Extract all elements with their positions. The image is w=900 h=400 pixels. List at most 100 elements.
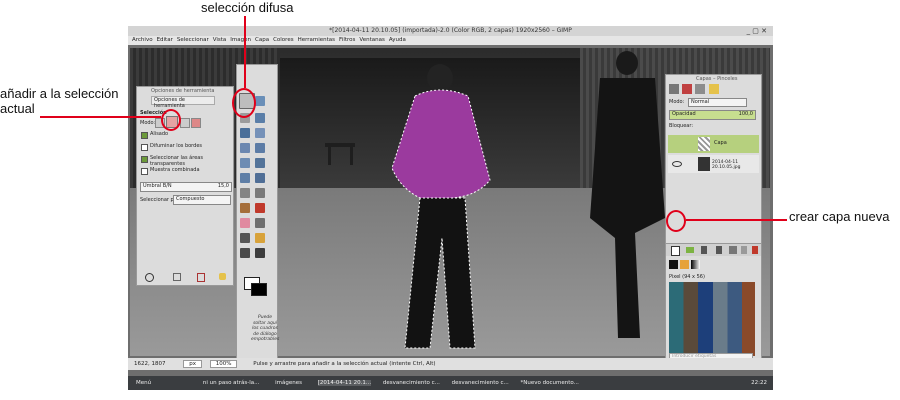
eraser-tool[interactable] [240, 218, 250, 228]
checkbox-transparent[interactable] [141, 156, 148, 163]
visibility-eye-icon[interactable] [672, 161, 682, 167]
checkbox-antialias[interactable] [141, 132, 148, 139]
select-by-dropdown[interactable]: Compuesto [173, 195, 231, 205]
layers-tab-icon[interactable] [669, 84, 679, 94]
taskbar-item[interactable]: desvanecimiento c... [383, 380, 440, 386]
perspective-tool[interactable] [240, 173, 250, 183]
zoom-tool[interactable] [255, 128, 265, 138]
channels-tab-icon[interactable] [682, 84, 692, 94]
menu-ayuda[interactable]: Ayuda [389, 37, 406, 43]
callout-new-layer-line [686, 219, 787, 221]
pencil-tool[interactable] [240, 203, 250, 213]
brush-preview-icon[interactable] [669, 260, 678, 269]
layer-row-capa[interactable]: Capa [668, 135, 759, 153]
flip-tool[interactable] [255, 173, 265, 183]
mode-intersect-button[interactable] [191, 118, 201, 128]
anchor-layer-icon[interactable] [741, 246, 747, 254]
callout-new-layer-circle [666, 210, 686, 232]
delete-options-icon[interactable] [197, 273, 205, 282]
annotation-add-selection-1: añadir a la selección [0, 86, 119, 101]
airbrush-tool[interactable] [255, 218, 265, 228]
new-layer-icon[interactable] [671, 246, 680, 256]
text-tool[interactable] [240, 188, 250, 198]
mode-label: Modo: [140, 120, 156, 126]
mode-subtract-button[interactable] [180, 118, 190, 128]
menu-herramientas[interactable]: Herramientas [298, 37, 335, 43]
layer-row-photo[interactable]: 2014-04-11 20.10.05.jpg [668, 155, 759, 173]
lower-layer-icon[interactable] [716, 246, 722, 254]
lock-label: Bloquear: [669, 123, 694, 129]
status-coords: 1622, 1807 [134, 361, 166, 367]
annotation-new-layer: crear capa nueva [789, 209, 890, 224]
raise-layer-icon[interactable] [701, 246, 707, 254]
bucket-fill-tool[interactable] [255, 188, 265, 198]
tool-options-title: Opciones de herramienta [151, 88, 215, 94]
window-titlebar: *[2014-04-11 20.10.05] (importada)-2.0 (… [128, 26, 773, 36]
opacity-value: 100,0 [738, 111, 753, 117]
checkbox-feather[interactable] [141, 144, 148, 151]
checkbox-merged-label: Muestra combinada [150, 167, 200, 173]
layer-mode-label: Modo: [669, 99, 685, 105]
threshold-label: Umbral B/N [143, 183, 172, 189]
rect-select-tool[interactable] [255, 96, 265, 106]
callout-add-selection-line [40, 116, 161, 118]
paintbrush-tool[interactable] [255, 203, 265, 213]
tool-options-tab[interactable]: Opciones de herramienta [151, 96, 215, 109]
gimp-screenshot: *[2014-04-11 20.10.05] (importada)-2.0 (… [128, 26, 773, 390]
taskbar-item[interactable]: ni un paso atrás-la... [203, 380, 259, 386]
brushes-header [669, 260, 709, 270]
taskbar-item[interactable]: [2014-04-11 20.1... [317, 380, 372, 386]
menu-colores[interactable]: Colores [273, 37, 294, 43]
checkbox-merged[interactable] [141, 168, 148, 175]
layer-name: 2014-04-11 20.10.05.jpg [712, 160, 741, 170]
paths-tab-icon[interactable] [695, 84, 705, 94]
duplicate-layer-icon[interactable] [729, 246, 737, 254]
start-menu-button[interactable]: Menú [136, 380, 151, 386]
taskbar-item[interactable]: *Nuevo documento... [521, 380, 579, 386]
menu-ventanas[interactable]: Ventanas [359, 37, 384, 43]
menu-editar[interactable]: Editar [157, 37, 173, 43]
path-tool[interactable] [255, 113, 265, 123]
opacity-slider[interactable]: Opacidad 100,0 [669, 110, 756, 120]
heal-tool[interactable] [255, 233, 265, 243]
layer-thumbnail [698, 137, 710, 151]
menu-archivo[interactable]: Archivo [132, 37, 153, 43]
clone-tool[interactable] [240, 233, 250, 243]
reset-options-icon[interactable] [219, 273, 226, 280]
rotate-tool[interactable] [240, 158, 250, 168]
color-picker-tool[interactable] [240, 128, 250, 138]
toolbox-dock-hint: Puede soltar aquí los cuadros de diálogo… [251, 315, 280, 342]
pattern-preview-icon[interactable] [691, 260, 700, 269]
restore-options-icon[interactable] [173, 273, 181, 281]
menu-imagen[interactable]: Imagen [230, 37, 251, 43]
status-zoom-dropdown[interactable]: 100% [209, 360, 238, 368]
background-color-swatch[interactable] [251, 283, 267, 296]
pattern-grid[interactable] [669, 282, 755, 356]
menu-vista[interactable]: Vista [213, 37, 227, 43]
move-tool[interactable] [240, 143, 250, 153]
save-options-icon[interactable] [145, 273, 154, 282]
window-title: *[2014-04-11 20.10.05] (importada)-2.0 (… [329, 27, 572, 34]
taskbar-item[interactable]: imágenes [275, 380, 302, 386]
annotation-fuzzy-select: selección difusa [201, 0, 294, 15]
checkbox-transparent-label: Seleccionar las áreas transparentes [150, 155, 203, 167]
layer-name: Capa [714, 140, 727, 146]
menu-seleccionar[interactable]: Seleccionar [177, 37, 209, 43]
window-controls[interactable]: _ ▢ ✕ [747, 27, 767, 35]
menu-capa[interactable]: Capa [255, 37, 269, 43]
dodge-tool[interactable] [255, 248, 265, 258]
status-unit-dropdown[interactable]: px [183, 360, 202, 368]
gradient-preview-icon[interactable] [680, 260, 689, 269]
scale-tool[interactable] [255, 158, 265, 168]
menu-filtros[interactable]: Filtros [339, 37, 355, 43]
smudge-tool[interactable] [240, 248, 250, 258]
taskbar-item[interactable]: desvanecimiento c... [452, 380, 509, 386]
layer-mode-dropdown[interactable]: Normal [688, 98, 747, 107]
brushes-tab-icon[interactable] [709, 84, 719, 94]
align-tool[interactable] [255, 143, 265, 153]
new-group-icon[interactable] [686, 247, 694, 253]
checkbox-antialias-label: Alisado [150, 131, 169, 137]
callout-add-selection-circle [161, 109, 181, 131]
delete-layer-icon[interactable] [752, 246, 758, 254]
threshold-slider[interactable]: Umbral B/N 15,0 [140, 182, 232, 192]
